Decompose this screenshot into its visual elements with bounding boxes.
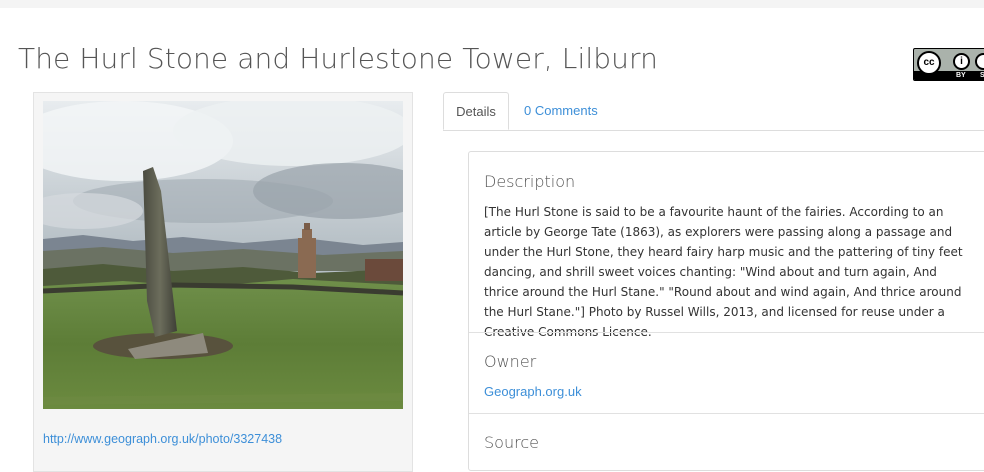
owner-heading: Owner (484, 352, 537, 371)
description-heading: Description (484, 172, 576, 191)
photo-source-link[interactable]: http://www.geograph.org.uk/photo/3327438 (43, 432, 282, 446)
license-by-label: BY (956, 72, 966, 79)
page-title: The Hurl Stone and Hurlestone Tower, Lil… (18, 42, 658, 75)
attribution-icon: i (953, 53, 970, 70)
image-panel: http://www.geograph.org.uk/photo/3327438 (33, 92, 413, 472)
section-divider (469, 413, 984, 414)
cc-logo: cc (917, 51, 941, 75)
creative-commons-icon[interactable]: cc i BY SA (913, 48, 984, 81)
tab-details[interactable]: Details (443, 92, 509, 130)
photo[interactable] (43, 101, 403, 409)
top-bar (0, 0, 984, 8)
share-alike-icon (975, 53, 984, 70)
details-card: Description [The Hurl Stone is said to b… (468, 151, 984, 471)
license-sa-label: SA (980, 71, 984, 80)
description-text: [The Hurl Stone is said to be a favourit… (484, 205, 963, 339)
tab-comments[interactable]: 0 Comments (524, 92, 598, 130)
source-heading: Source (484, 433, 539, 452)
tab-bar: Details 0 Comments (443, 92, 984, 131)
owner-link[interactable]: Geograph.org.uk (484, 384, 582, 399)
section-divider (469, 332, 984, 333)
